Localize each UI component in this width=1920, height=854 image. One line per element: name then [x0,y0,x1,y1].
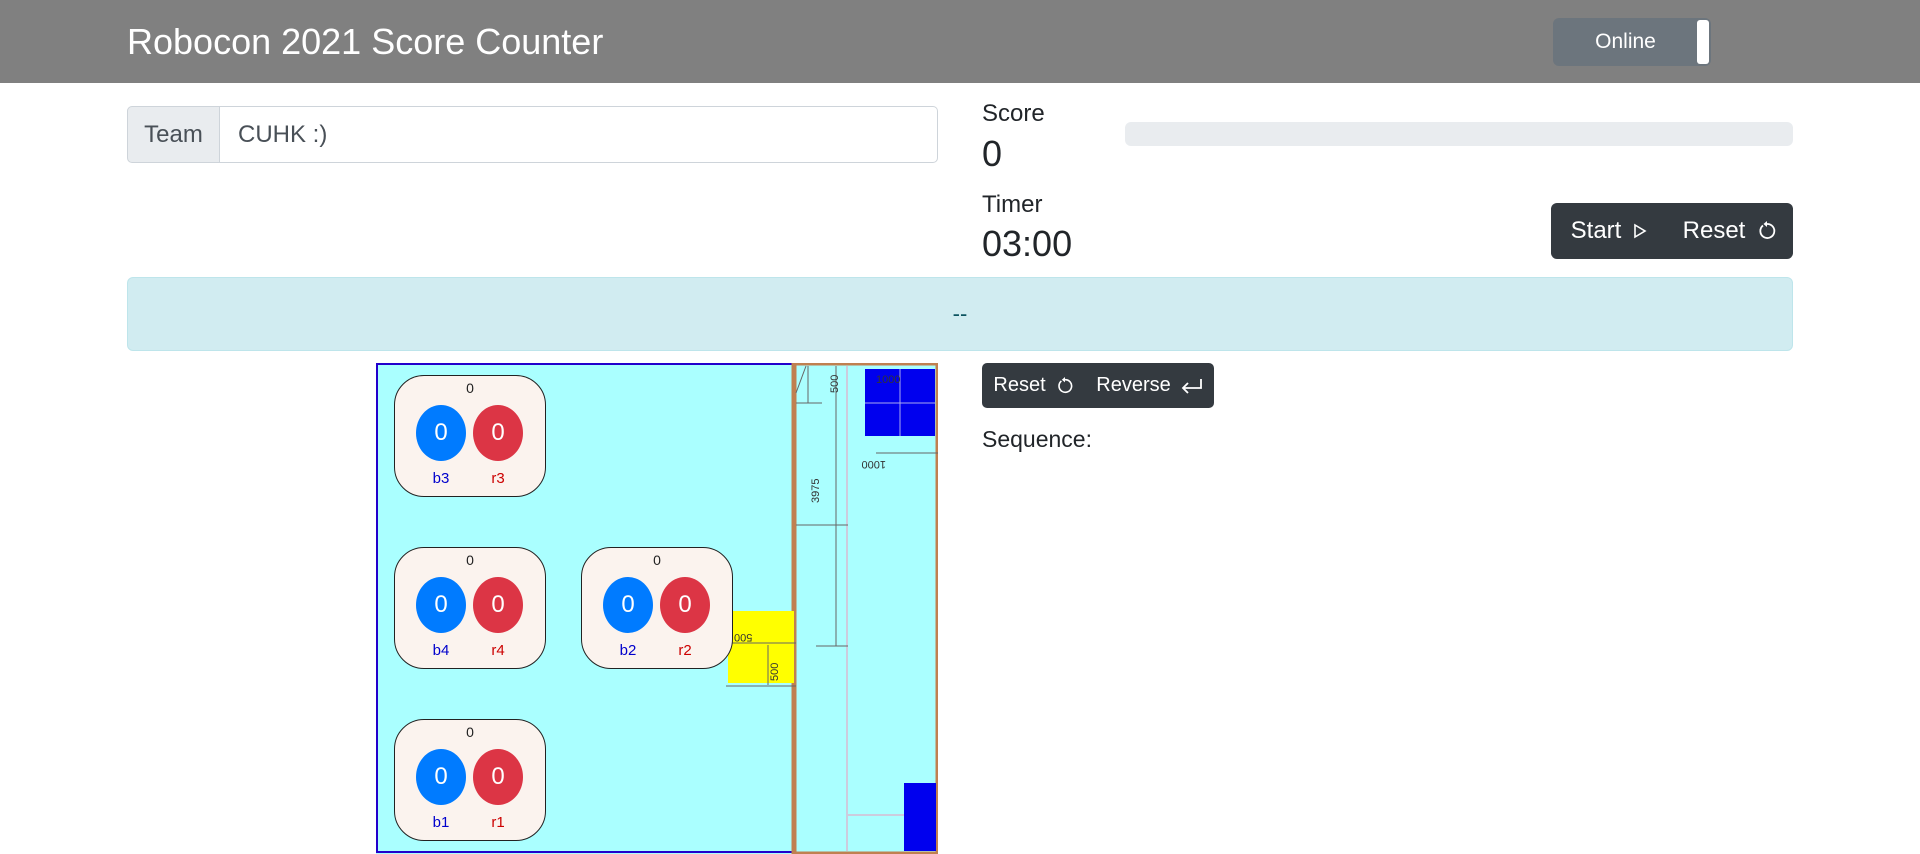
rack-total: 0 [466,552,474,568]
team-input-group: Team [127,106,938,163]
timer-value: 03:00 [982,223,1073,264]
blue-rack-label: b3 [432,470,450,487]
reverse-label: Reverse [1096,374,1171,396]
timer-label: Timer [982,191,1043,218]
rack-total: 0 [466,380,474,396]
start-button[interactable]: Start [1551,203,1667,259]
game-field: 500 1000 1000 3975 500 500 0 0 0 b3 r3 0… [376,363,938,854]
rack-2: 0 0 0 b2 r2 [581,547,733,669]
toggle-knob [1697,20,1709,64]
sequence-controls: Reset Reverse [982,363,1214,408]
red-rack-label: r3 [491,470,505,487]
online-label: Online [1595,30,1656,53]
svg-text:1000: 1000 [862,458,886,470]
rack-3: 0 0 0 b3 r3 [394,375,546,497]
start-label: Start [1570,217,1622,244]
red-ball-counter-r1[interactable]: 0 [473,749,523,805]
rack-1: 0 0 0 b1 r1 [394,719,546,841]
play-icon [1634,223,1647,239]
timer-reset-button[interactable]: Reset [1667,203,1793,259]
blue-ball-counter-b2[interactable]: 0 [603,577,653,633]
sequence-reset-button[interactable]: Reset [982,363,1085,408]
team-label: Team [127,106,220,163]
sequence-label: Sequence: [982,426,1092,452]
svg-text:500: 500 [829,375,841,393]
reset-icon [1759,221,1776,239]
svg-text:3975: 3975 [810,479,822,503]
status-alert: -- [127,277,1793,351]
blue-rack-label: b2 [619,642,637,659]
timer-controls: Start Reset [1551,203,1793,259]
rack-total: 0 [653,552,661,568]
svg-text:500: 500 [769,663,781,681]
score-label: Score [982,100,1045,127]
blue-ball-counter-b3[interactable]: 0 [416,405,466,461]
reset-icon [1057,376,1073,393]
blue-rack-label: b1 [432,814,450,831]
blue-ball-counter-b4[interactable]: 0 [416,577,466,633]
red-rack-label: r4 [491,642,505,659]
reverse-button[interactable]: Reverse [1085,363,1214,408]
rack-4: 0 0 0 b4 r4 [394,547,546,669]
score-value: 0 [982,133,1003,174]
online-toggle[interactable]: Online [1553,18,1711,66]
return-icon [1181,378,1202,394]
blue-rack-label: b4 [432,642,450,659]
status-message: -- [952,301,968,326]
navbar: Robocon 2021 Score Counter Online [0,0,1920,83]
red-ball-counter-r2[interactable]: 0 [660,577,710,633]
team-name-input[interactable] [220,106,938,163]
svg-text:1000: 1000 [876,374,900,386]
score-progress-bar [1125,122,1793,146]
red-rack-label: r2 [678,642,692,659]
rack-total: 0 [466,724,474,740]
red-ball-counter-r4[interactable]: 0 [473,577,523,633]
sequence-reset-label: Reset [993,374,1046,396]
red-rack-label: r1 [491,814,505,831]
app-title: Robocon 2021 Score Counter [127,21,604,62]
red-ball-counter-r3[interactable]: 0 [473,405,523,461]
blue-ball-counter-b1[interactable]: 0 [416,749,466,805]
svg-text:500: 500 [734,631,752,643]
timer-reset-label: Reset [1682,217,1746,244]
